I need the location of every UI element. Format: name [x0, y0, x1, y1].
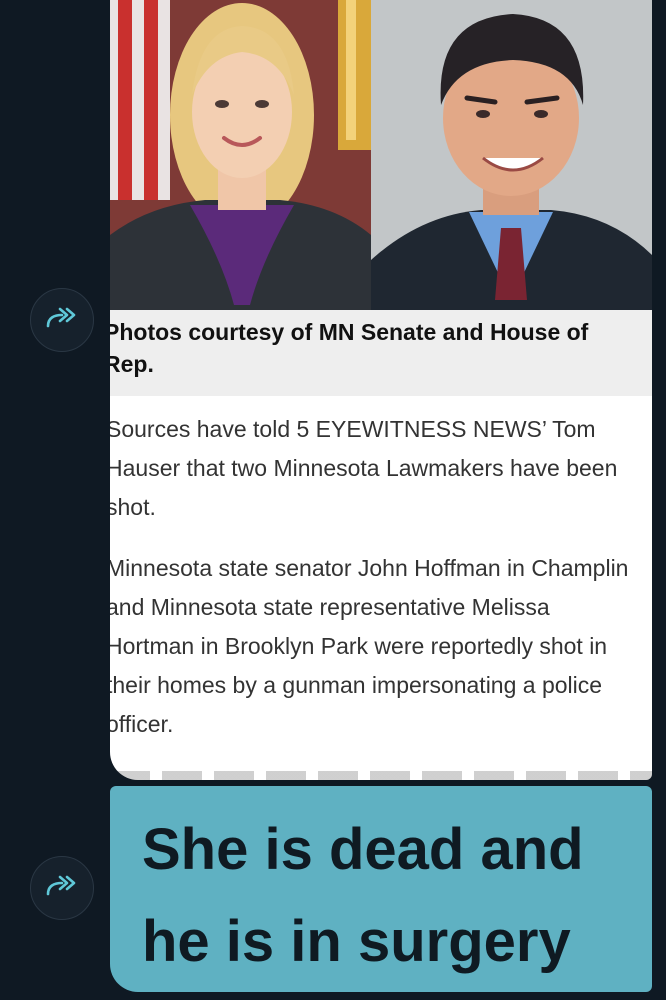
cut-off-text-line — [110, 771, 652, 780]
article-paragraph-2: Minnesota state senator John Hoffman in … — [110, 555, 629, 737]
photo-caption-box: Photos courtesy of MN Senate and House o… — [110, 310, 652, 396]
message-text: She is dead and he is in surgery — [142, 817, 584, 974]
shared-article-card[interactable]: Photos courtesy of MN Senate and House o… — [110, 0, 652, 780]
article-body: Sources have told 5 EYEWITNESS NEWS’ Tom… — [110, 410, 642, 766]
representative-photo-right — [371, 0, 652, 310]
photo-caption: Photos courtesy of MN Senate and House o… — [110, 319, 589, 377]
article-photos — [110, 0, 652, 310]
chat-screen: Photos courtesy of MN Senate and House o… — [0, 0, 666, 1000]
forward-button[interactable] — [30, 856, 94, 920]
senator-photo-left — [110, 0, 371, 310]
forward-arrow-icon — [45, 874, 79, 903]
article-paragraph-1: Sources have told 5 EYEWITNESS NEWS’ Tom… — [110, 416, 618, 520]
forward-arrow-icon — [45, 306, 79, 335]
forward-button[interactable] — [30, 288, 94, 352]
message-bubble[interactable]: She is dead and he is in surgery — [110, 786, 652, 992]
